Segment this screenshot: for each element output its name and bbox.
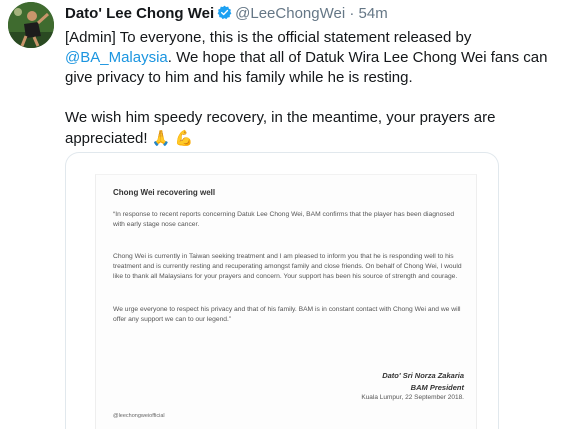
statement-paragraph-3: We urge everyone to respect his privacy … <box>113 306 461 323</box>
signatory-name: Dato' Sri Norza Zakaria <box>382 371 464 380</box>
statement-paragraph-1: “In response to recent reports concernin… <box>113 211 455 228</box>
statement-place-date: Kuala Lumpur, 22 September 2018. <box>361 394 464 401</box>
author-name[interactable]: Dato' Lee Chong Wei <box>65 5 214 22</box>
tweet-text-prefix: [Admin] To everyone, this is the officia… <box>65 29 472 46</box>
statement-paragraph-2: Chong Wei is currently in Taiwan seeking… <box>113 253 462 280</box>
tweet-paragraph-1: [Admin] To everyone, this is the officia… <box>65 28 575 88</box>
avatar[interactable] <box>8 2 54 48</box>
author-handle[interactable]: @LeeChongWei <box>235 5 345 22</box>
tweet-paragraph-2: We wish him speedy recovery, in the mean… <box>65 108 575 149</box>
flexed-biceps-emoji-icon: 💪 <box>174 129 194 147</box>
statement-document: Chong Wei recovering well “In response t… <box>95 174 477 429</box>
tweet-header: Dato' Lee Chong Wei @LeeChongWei · 54m <box>65 5 388 22</box>
tweet-text-line2: We wish him speedy recovery, in the mean… <box>65 109 496 147</box>
watermark-handle: @leechongweiofficial <box>113 413 165 419</box>
separator-dot: · <box>349 5 355 22</box>
statement-title: Chong Wei recovering well <box>113 188 216 197</box>
tweet-timestamp[interactable]: 54m <box>359 5 388 22</box>
folded-hands-emoji-icon: 🙏 <box>151 129 171 147</box>
signatory-title: BAM President <box>410 383 464 392</box>
tweet-text: [Admin] To everyone, this is the officia… <box>65 28 575 149</box>
verified-badge-icon <box>217 5 232 20</box>
media-card[interactable]: Chong Wei recovering well “In response t… <box>65 152 499 429</box>
avatar-photo <box>8 2 54 48</box>
mention-link[interactable]: @BA_Malaysia <box>65 49 168 66</box>
